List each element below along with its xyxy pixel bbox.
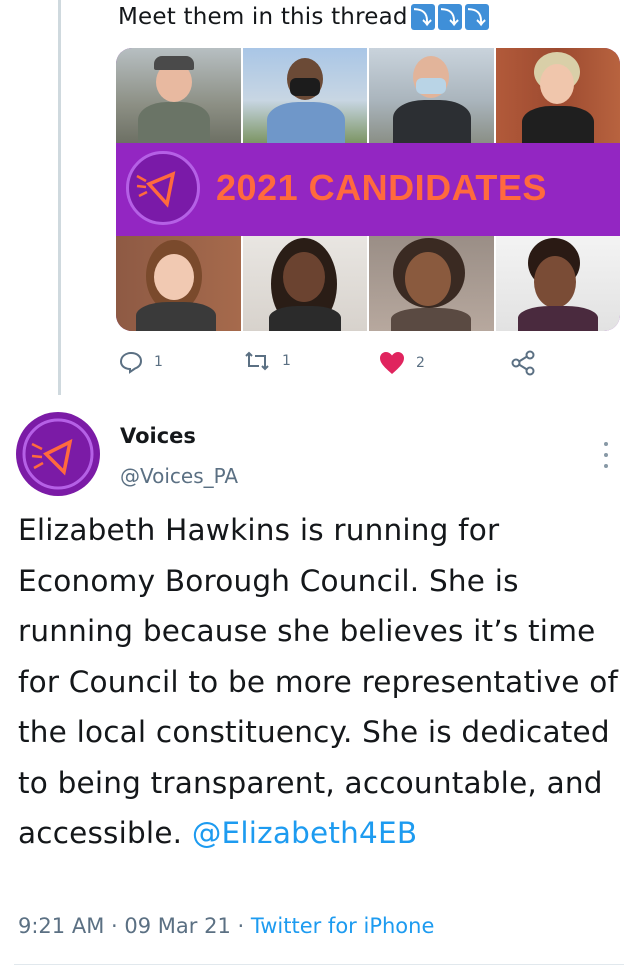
candidates-graphic-image[interactable]: 2021 CANDIDATES bbox=[116, 48, 620, 331]
candidate-photo bbox=[116, 236, 243, 331]
retweet-icon bbox=[242, 350, 272, 372]
thread-tweet-text: Meet them in this thread ⤵ ⤵ ⤵ bbox=[118, 4, 489, 30]
retweet-count: 1 bbox=[282, 353, 291, 369]
thread-connector-line bbox=[58, 0, 61, 395]
candidate-photo bbox=[495, 48, 620, 143]
meta-separator: · bbox=[237, 914, 245, 938]
candidate-photo bbox=[242, 236, 369, 331]
tweet-metadata: 9:21 AM · 09 Mar 21 · Twitter for iPhone bbox=[18, 914, 434, 938]
tweet-body-text: Elizabeth Hawkins is running for Economy… bbox=[18, 513, 619, 850]
user-handle[interactable]: @Voices_PA bbox=[120, 464, 238, 488]
display-name[interactable]: Voices bbox=[120, 424, 196, 448]
candidates-banner: 2021 CANDIDATES bbox=[116, 143, 620, 236]
candidate-photo bbox=[242, 48, 369, 143]
arrow-down-emoji-icon: ⤵ bbox=[437, 4, 462, 30]
tweet-time: 9:21 AM bbox=[18, 914, 105, 938]
candidate-photo bbox=[369, 48, 496, 143]
like-button[interactable]: 2 bbox=[378, 350, 425, 376]
like-count: 2 bbox=[416, 355, 425, 371]
share-icon bbox=[510, 350, 536, 376]
share-button[interactable] bbox=[510, 350, 536, 376]
divider bbox=[14, 964, 624, 965]
voices-logo-icon bbox=[126, 151, 200, 225]
tweet-body: Elizabeth Hawkins is running for Economy… bbox=[18, 505, 628, 859]
arrow-down-emoji-icon: ⤵ bbox=[464, 4, 489, 30]
arrow-down-emoji-icon: ⤵ bbox=[410, 4, 435, 30]
heart-icon bbox=[378, 350, 406, 376]
reply-button[interactable]: 1 bbox=[118, 350, 163, 374]
tweet-action-bar: 1 1 2 bbox=[118, 350, 538, 378]
voices-logo-icon bbox=[22, 418, 94, 490]
tweet-date: 09 Mar 21 bbox=[124, 914, 231, 938]
reply-icon bbox=[118, 350, 144, 374]
avatar[interactable] bbox=[16, 412, 100, 496]
candidate-photo bbox=[495, 236, 620, 331]
more-options-icon[interactable] bbox=[596, 442, 616, 468]
tweet-source-link[interactable]: Twitter for iPhone bbox=[251, 914, 435, 938]
candidate-photos-bottom-row bbox=[116, 236, 620, 331]
mention-link[interactable]: @Elizabeth4EB bbox=[192, 816, 417, 850]
candidate-photo bbox=[116, 48, 243, 143]
candidate-photo bbox=[369, 236, 496, 331]
thread-tweet-text-label: Meet them in this thread bbox=[118, 4, 408, 30]
banner-title: 2021 CANDIDATES bbox=[216, 167, 547, 208]
retweet-button[interactable]: 1 bbox=[242, 350, 291, 372]
candidate-photos-top-row bbox=[116, 48, 620, 143]
meta-separator: · bbox=[111, 914, 118, 938]
reply-count: 1 bbox=[154, 354, 163, 370]
